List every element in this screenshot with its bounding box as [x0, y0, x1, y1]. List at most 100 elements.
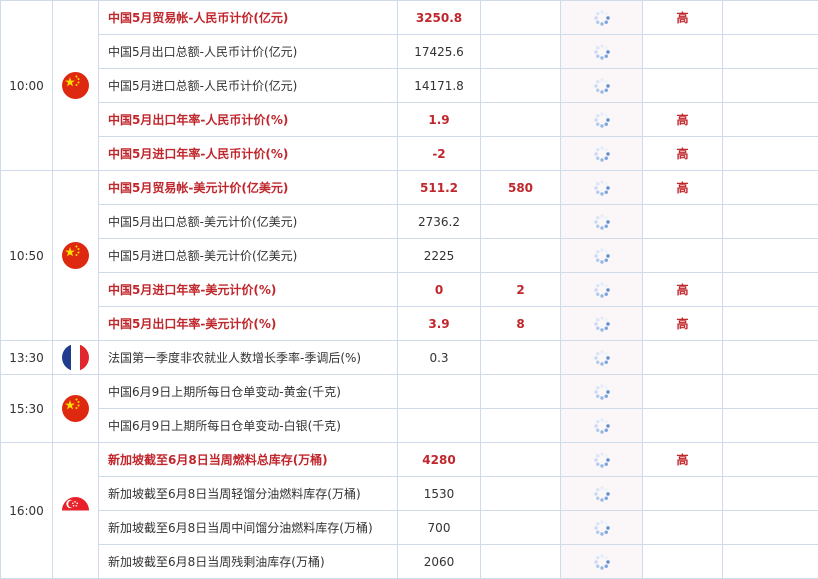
- event-name: 中国5月出口总额-人民币计价(亿元): [99, 35, 398, 69]
- event-name: 中国5月进口总额-人民币计价(亿元): [99, 69, 398, 103]
- country-flag-cell: [53, 171, 99, 341]
- loading-cell: [561, 137, 643, 171]
- importance-level: [643, 341, 723, 375]
- event-time: 13:30: [1, 341, 53, 375]
- forecast-value: [481, 409, 561, 443]
- details-cell[interactable]: [723, 511, 818, 545]
- actual-value: -2: [398, 137, 481, 171]
- loading-spinner-icon: [593, 112, 611, 126]
- china-flag-icon: [62, 242, 89, 269]
- china-flag-icon: [62, 395, 89, 422]
- actual-value: 1530: [398, 477, 481, 511]
- loading-spinner-icon: [593, 214, 611, 228]
- event-time: 10:00: [1, 1, 53, 171]
- loading-spinner-icon: [593, 350, 611, 364]
- details-cell[interactable]: [723, 1, 818, 35]
- event-row: 中国5月出口年率-美元计价(%)3.98高: [1, 307, 818, 341]
- event-row: 15:30中国6月9日上期所每日仓单变动-黄金(千克): [1, 375, 818, 409]
- country-flag-cell: [53, 1, 99, 171]
- forecast-value: [481, 137, 561, 171]
- loading-spinner-icon: [593, 384, 611, 398]
- details-cell[interactable]: [723, 375, 818, 409]
- forecast-value: [481, 443, 561, 477]
- event-name: 中国6月9日上期所每日仓单变动-白银(千克): [99, 409, 398, 443]
- loading-spinner-icon: [593, 316, 611, 330]
- event-row: 新加坡截至6月8日当周残剩油库存(万桶)2060: [1, 545, 818, 579]
- details-cell[interactable]: [723, 69, 818, 103]
- details-cell[interactable]: [723, 477, 818, 511]
- loading-cell: [561, 341, 643, 375]
- importance-level: 高: [643, 137, 723, 171]
- loading-spinner-icon: [593, 44, 611, 58]
- country-flag-cell: [53, 443, 99, 579]
- actual-value: 2225: [398, 239, 481, 273]
- details-cell[interactable]: [723, 103, 818, 137]
- forecast-value: [481, 35, 561, 69]
- importance-level: [643, 35, 723, 69]
- france-flag-icon: [62, 344, 89, 371]
- loading-cell: [561, 35, 643, 69]
- importance-level: [643, 511, 723, 545]
- details-cell[interactable]: [723, 137, 818, 171]
- event-row: 中国6月9日上期所每日仓单变动-白银(千克): [1, 409, 818, 443]
- details-cell[interactable]: [723, 307, 818, 341]
- importance-level: 高: [643, 103, 723, 137]
- event-name: 中国5月贸易帐-美元计价(亿美元): [99, 171, 398, 205]
- forecast-value: [481, 375, 561, 409]
- loading-cell: [561, 477, 643, 511]
- importance-level: 高: [643, 307, 723, 341]
- event-time: 15:30: [1, 375, 53, 443]
- importance-level: [643, 205, 723, 239]
- loading-spinner-icon: [593, 418, 611, 432]
- loading-cell: [561, 69, 643, 103]
- actual-value: 2060: [398, 545, 481, 579]
- loading-spinner-icon: [593, 248, 611, 262]
- event-name: 法国第一季度非农就业人数增长季率-季调后(%): [99, 341, 398, 375]
- details-cell[interactable]: [723, 171, 818, 205]
- loading-spinner-icon: [593, 282, 611, 296]
- event-name: 中国5月进口年率-美元计价(%): [99, 273, 398, 307]
- details-cell[interactable]: [723, 409, 818, 443]
- economic-calendar-table: 10:00中国5月贸易帐-人民币计价(亿元)3250.8高中国5月出口总额-人民…: [0, 0, 818, 579]
- event-name: 新加坡截至6月8日当周残剩油库存(万桶): [99, 545, 398, 579]
- event-name: 中国5月出口总额-美元计价(亿美元): [99, 205, 398, 239]
- loading-cell: [561, 205, 643, 239]
- singapore-flag-icon: [62, 497, 89, 524]
- importance-level: 高: [643, 273, 723, 307]
- forecast-value: [481, 511, 561, 545]
- country-flag-cell: [53, 375, 99, 443]
- loading-cell: [561, 443, 643, 477]
- actual-value: [398, 375, 481, 409]
- actual-value: 0.3: [398, 341, 481, 375]
- forecast-value: [481, 1, 561, 35]
- actual-value: 17425.6: [398, 35, 481, 69]
- loading-cell: [561, 375, 643, 409]
- event-row: 13:30 法国第一季度非农就业人数增长季率-季调后(%)0.3: [1, 341, 818, 375]
- forecast-value: [481, 341, 561, 375]
- event-name: 中国6月9日上期所每日仓单变动-黄金(千克): [99, 375, 398, 409]
- details-cell[interactable]: [723, 341, 818, 375]
- forecast-value: 580: [481, 171, 561, 205]
- loading-cell: [561, 545, 643, 579]
- importance-level: [643, 409, 723, 443]
- details-cell[interactable]: [723, 239, 818, 273]
- details-cell[interactable]: [723, 35, 818, 69]
- forecast-value: [481, 205, 561, 239]
- importance-level: [643, 545, 723, 579]
- event-row: 16:00新加坡截至6月8日当周燃料总库存(万桶)4280高: [1, 443, 818, 477]
- forecast-value: [481, 545, 561, 579]
- details-cell[interactable]: [723, 545, 818, 579]
- event-name: 中国5月出口年率-美元计价(%): [99, 307, 398, 341]
- importance-level: [643, 375, 723, 409]
- details-cell[interactable]: [723, 443, 818, 477]
- loading-spinner-icon: [593, 180, 611, 194]
- forecast-value: [481, 239, 561, 273]
- details-cell[interactable]: [723, 273, 818, 307]
- actual-value: 3.9: [398, 307, 481, 341]
- actual-value: [398, 409, 481, 443]
- loading-cell: [561, 511, 643, 545]
- forecast-value: [481, 477, 561, 511]
- details-cell[interactable]: [723, 205, 818, 239]
- actual-value: 2736.2: [398, 205, 481, 239]
- importance-level: 高: [643, 443, 723, 477]
